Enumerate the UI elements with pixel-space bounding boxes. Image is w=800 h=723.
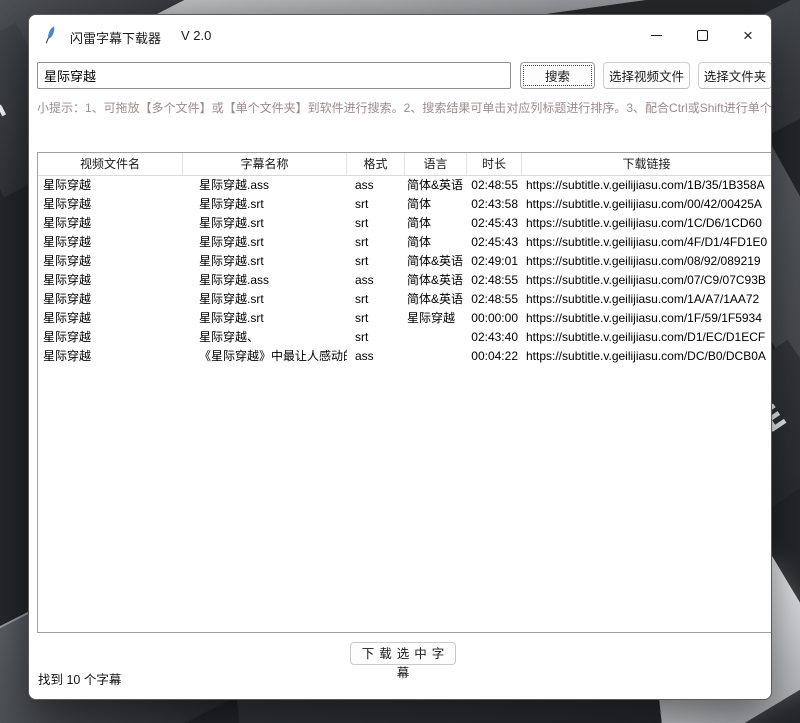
cell-download-link: https://subtitle.v.geilijiasu.com/1A/A7/… xyxy=(522,290,771,309)
maximize-button[interactable] xyxy=(679,15,725,55)
close-icon: × xyxy=(743,27,753,44)
table-row[interactable]: 星际穿越 星际穿越.srt srt 简体&英语 02:48:55 https:/… xyxy=(38,290,771,309)
cell-language: 星际穿越 xyxy=(405,309,467,328)
cell-language xyxy=(405,347,467,366)
table-row[interactable]: 星际穿越 星际穿越.srt srt 简体 02:45:43 https://su… xyxy=(38,233,771,252)
cell-duration: 02:49:01 xyxy=(467,252,522,271)
cell-download-link: https://subtitle.v.geilijiasu.com/1F/59/… xyxy=(522,309,771,328)
cell-language: 简体 xyxy=(405,214,467,233)
column-header-format[interactable]: 格式 xyxy=(347,153,405,175)
app-version: V 2.0 xyxy=(181,28,211,43)
cell-download-link: https://subtitle.v.geilijiasu.com/1B/35/… xyxy=(522,176,771,195)
cell-duration: 02:43:58 xyxy=(467,195,522,214)
cell-video-filename: 星际穿越 xyxy=(38,290,183,309)
minimize-icon xyxy=(651,35,662,36)
cell-format: srt xyxy=(347,195,405,214)
app-title: 闪雷字幕下载器 xyxy=(70,28,161,47)
cell-language: 简体 xyxy=(405,233,467,252)
cell-subtitle-name: 星际穿越.srt xyxy=(183,233,347,252)
table-header: 视频文件名 字幕名称 格式 语言 时长 下载链接 xyxy=(38,153,771,176)
cell-format: ass xyxy=(347,271,405,290)
cell-video-filename: 星际穿越 xyxy=(38,309,183,328)
cell-subtitle-name: 星际穿越.srt xyxy=(183,309,347,328)
cell-format: ass xyxy=(347,347,405,366)
cell-language: 简体&英语 xyxy=(405,290,467,309)
download-selected-button[interactable]: 下载选中字幕 xyxy=(350,642,456,665)
column-header-download-link[interactable]: 下载链接 xyxy=(522,153,771,175)
results-table: 视频文件名 字幕名称 格式 语言 时长 下载链接 星际穿越 星际穿越.ass a… xyxy=(37,152,772,633)
cell-subtitle-name: 星际穿越.srt xyxy=(183,195,347,214)
close-button[interactable]: × xyxy=(725,15,771,55)
app-window: 闪雷字幕下载器 V 2.0 × 搜索 选择视频文件 选择文件夹 小提示：1、可拖… xyxy=(28,14,772,700)
cell-language: 简体&英语 xyxy=(405,176,467,195)
table-row[interactable]: 星际穿越 星际穿越.srt srt 简体&英语 02:49:01 https:/… xyxy=(38,252,771,271)
cell-duration: 02:45:43 xyxy=(467,214,522,233)
wallpaper-text: en xyxy=(0,94,10,134)
cell-language: 简体&英语 xyxy=(405,271,467,290)
search-input[interactable] xyxy=(37,62,511,89)
cell-video-filename: 星际穿越 xyxy=(38,214,183,233)
cell-duration: 02:43:40 xyxy=(467,328,522,347)
cell-subtitle-name: 星际穿越.srt xyxy=(183,290,347,309)
cell-subtitle-name: 星际穿越.ass xyxy=(183,176,347,195)
cell-video-filename: 星际穿越 xyxy=(38,271,183,290)
cell-format: srt xyxy=(347,328,405,347)
titlebar[interactable]: 闪雷字幕下载器 V 2.0 × xyxy=(29,15,771,55)
cell-language: 简体&英语 xyxy=(405,252,467,271)
cell-video-filename: 星际穿越 xyxy=(38,347,183,366)
table-row[interactable]: 星际穿越 星际穿越.srt srt 简体 02:45:43 https://su… xyxy=(38,214,771,233)
search-button[interactable]: 搜索 xyxy=(520,62,595,89)
maximize-icon xyxy=(697,30,708,41)
column-header-video-filename[interactable]: 视频文件名 xyxy=(38,153,183,175)
table-row[interactable]: 星际穿越 星际穿越.srt srt 星际穿越 00:00:00 https://… xyxy=(38,309,771,328)
tips-text: 小提示：1、可拖放【多个文件】或【单个文件夹】到软件进行搜索。2、搜索结果可单击… xyxy=(37,99,772,116)
cell-duration: 02:48:55 xyxy=(467,290,522,309)
cell-duration: 02:45:43 xyxy=(467,233,522,252)
cell-download-link: https://subtitle.v.geilijiasu.com/1C/D6/… xyxy=(522,214,771,233)
cell-format: ass xyxy=(347,176,405,195)
cell-download-link: https://subtitle.v.geilijiasu.com/DC/B0/… xyxy=(522,347,771,366)
cell-format: srt xyxy=(347,233,405,252)
feather-app-icon xyxy=(42,26,58,44)
table-row[interactable]: 星际穿越 星际穿越、 srt 02:43:40 https://subtitle… xyxy=(38,328,771,347)
select-folder-button[interactable]: 选择文件夹 xyxy=(698,62,772,89)
cell-download-link: https://subtitle.v.geilijiasu.com/4F/D1/… xyxy=(522,233,771,252)
column-header-language[interactable]: 语言 xyxy=(405,153,467,175)
cell-video-filename: 星际穿越 xyxy=(38,195,183,214)
cell-subtitle-name: 星际穿越.srt xyxy=(183,214,347,233)
cell-language xyxy=(405,328,467,347)
table-body: 星际穿越 星际穿越.ass ass 简体&英语 02:48:55 https:/… xyxy=(38,176,771,366)
cell-language: 简体 xyxy=(405,195,467,214)
cell-download-link: https://subtitle.v.geilijiasu.com/08/92/… xyxy=(522,252,771,271)
cell-subtitle-name: 星际穿越.srt xyxy=(183,252,347,271)
cell-subtitle-name: 星际穿越、 xyxy=(183,328,347,347)
cell-duration: 02:48:55 xyxy=(467,176,522,195)
cell-video-filename: 星际穿越 xyxy=(38,233,183,252)
cell-subtitle-name: 《星际穿越》中最让人感动的, xyxy=(183,347,347,366)
select-video-file-button[interactable]: 选择视频文件 xyxy=(603,62,690,89)
desktop: nea en err WE 闪雷字幕下载器 V 2.0 × 搜索 选择视频文件 … xyxy=(0,0,800,723)
status-text: 找到 10 个字幕 xyxy=(38,669,121,688)
column-header-subtitle-name[interactable]: 字幕名称 xyxy=(183,153,347,175)
cell-video-filename: 星际穿越 xyxy=(38,252,183,271)
cell-subtitle-name: 星际穿越.ass xyxy=(183,271,347,290)
cell-duration: 00:00:00 xyxy=(467,309,522,328)
table-row[interactable]: 星际穿越 星际穿越.ass ass 简体&英语 02:48:55 https:/… xyxy=(38,176,771,195)
cell-download-link: https://subtitle.v.geilijiasu.com/00/42/… xyxy=(522,195,771,214)
cell-format: srt xyxy=(347,290,405,309)
column-header-duration[interactable]: 时长 xyxy=(467,153,522,175)
cell-download-link: https://subtitle.v.geilijiasu.com/07/C9/… xyxy=(522,271,771,290)
table-row[interactable]: 星际穿越 星际穿越.ass ass 简体&英语 02:48:55 https:/… xyxy=(38,271,771,290)
cell-duration: 00:04:22 xyxy=(467,347,522,366)
cell-video-filename: 星际穿越 xyxy=(38,176,183,195)
cell-duration: 02:48:55 xyxy=(467,271,522,290)
minimize-button[interactable] xyxy=(633,15,679,55)
cell-format: srt xyxy=(347,309,405,328)
cell-download-link: https://subtitle.v.geilijiasu.com/D1/EC/… xyxy=(522,328,771,347)
table-row[interactable]: 星际穿越 《星际穿越》中最让人感动的, ass 00:04:22 https:/… xyxy=(38,347,771,366)
cell-video-filename: 星际穿越 xyxy=(38,328,183,347)
cell-format: srt xyxy=(347,214,405,233)
table-row[interactable]: 星际穿越 星际穿越.srt srt 简体 02:43:58 https://su… xyxy=(38,195,771,214)
cell-format: srt xyxy=(347,252,405,271)
